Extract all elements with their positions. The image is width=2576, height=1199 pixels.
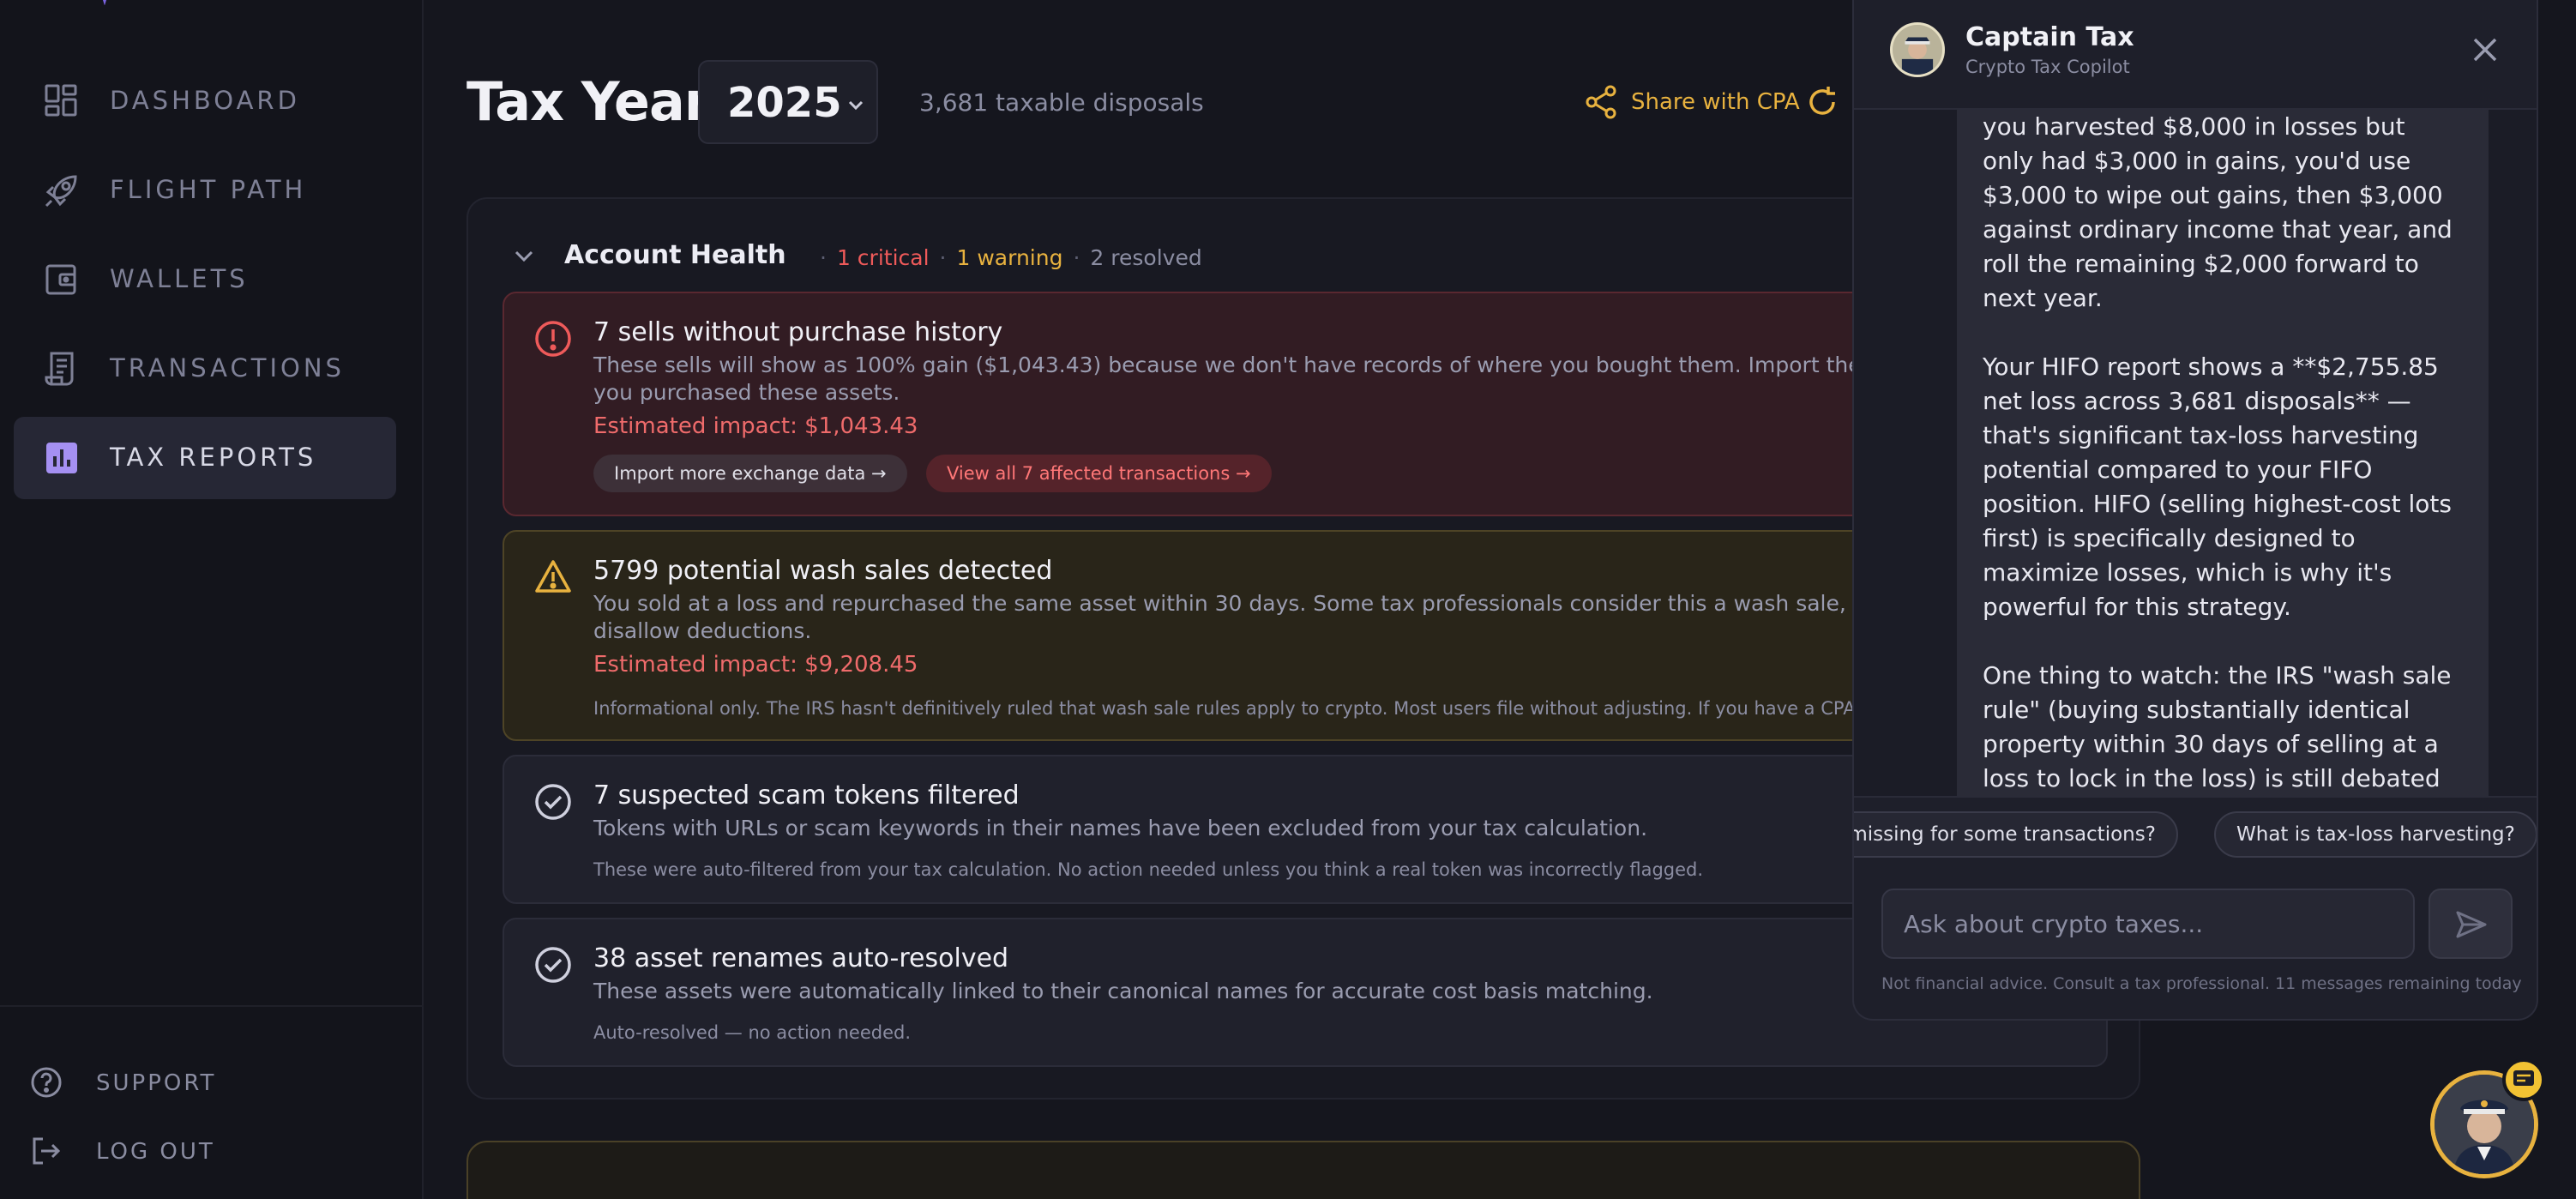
support-link[interactable]: SUPPORT [29, 1062, 372, 1105]
import-exchange-data-button[interactable]: Import more exchange data → [593, 455, 907, 492]
view-affected-transactions-button[interactable]: View all 7 affected transactions → [926, 455, 1272, 492]
chat-input[interactable] [1881, 889, 2415, 959]
issue-impact: Estimated impact: $1,043.43 [593, 413, 918, 439]
logout-icon [33, 1137, 61, 1165]
issue-description: These sells will show as 100% gain ($1,0… [593, 352, 2045, 405]
warning-triangle-icon [535, 560, 571, 593]
disposals-count: 3,681 taxable disposals [919, 88, 1204, 117]
share-icon [1586, 85, 1616, 119]
sidebar-divider [0, 1005, 424, 1007]
warning-count: 1 warning [956, 245, 1063, 270]
bar-chart-icon [46, 443, 77, 473]
issue-note: These were auto-filtered from your tax c… [593, 859, 1704, 880]
issue-description: These assets were automatically linked t… [593, 979, 1653, 1003]
chat-disclaimer: Not financial advice. Consult a tax prof… [1881, 974, 2522, 993]
chevron-down-icon [848, 100, 864, 111]
refresh-icon[interactable] [1804, 84, 1840, 120]
assistant-message: you harvested $8,000 in losses but only … [1957, 110, 2489, 796]
check-circle-icon [535, 784, 571, 820]
send-button[interactable] [2429, 889, 2513, 959]
account-health-header[interactable]: Account Health · 1 critical · 1 warning · 2 r… [511, 238, 1283, 273]
captain-avatar-icon [1893, 25, 1942, 75]
rocket-icon [45, 175, 77, 208]
logout-label: LOG OUT [96, 1139, 215, 1165]
receipt-icon [45, 352, 74, 386]
sidebar-item-dashboard[interactable]: DASHBOARD [14, 60, 396, 142]
issue-description: Tokens with URLs or scam keywords in the… [593, 816, 1648, 841]
sidebar-item-label: FLIGHT PATH [110, 175, 307, 204]
issue-description: You sold at a loss and repurchased the s… [593, 591, 1981, 643]
next-section-panel [466, 1141, 2140, 1199]
chat-title: Captain Tax [1965, 22, 2134, 52]
wallet-icon [45, 264, 76, 295]
chat-panel: Captain Tax Crypto Tax Copilot you harve… [1852, 0, 2538, 1021]
send-icon [2456, 911, 2487, 938]
issue-title: 7 sells without purchase history [593, 317, 1003, 347]
alert-circle-icon [535, 321, 571, 357]
sidebar-item-tax-reports[interactable]: TAX REPORTS [14, 417, 396, 499]
resolved-count: 2 resolved [1090, 245, 1202, 270]
sidebar-item-flight-path[interactable]: FLIGHT PATH [14, 149, 396, 232]
issue-impact: Estimated impact: $9,208.45 [593, 652, 918, 678]
message-paragraph: One thing to watch: the IRS "wash sale r… [1983, 661, 2452, 792]
chat-header: Captain Tax Crypto Tax Copilot [1854, 0, 2537, 110]
suggestion-tax-loss-harvesting[interactable]: What is tax-loss harvesting? [2214, 811, 2537, 858]
message-icon [2513, 1070, 2534, 1086]
captain-avatar [1890, 22, 1945, 77]
share-label: Share with CPA [1631, 89, 1800, 115]
check-circle-icon [535, 947, 571, 983]
suggestion-cost-basis[interactable]: Why is cost basis missing for some trans… [1854, 811, 2178, 858]
sidebar-item-transactions[interactable]: TRANSACTIONS [14, 328, 396, 410]
chat-messages[interactable]: you harvested $8,000 in losses but only … [1854, 110, 2537, 796]
sidebar-item-label: TAX REPORTS [110, 443, 317, 472]
logout-link[interactable]: LOG OUT [29, 1130, 372, 1173]
issue-note: Auto-resolved — no action needed. [593, 1022, 912, 1043]
issue-title: 38 asset renames auto-resolved [593, 943, 1009, 973]
chevron-down-icon [515, 250, 533, 262]
logo-icon [102, 0, 107, 5]
issue-title: 7 suspected scam tokens filtered [593, 780, 1020, 810]
support-label: SUPPORT [96, 1070, 217, 1096]
account-health-title: Account Health [564, 240, 786, 270]
page-title: Tax Year [466, 70, 710, 133]
close-icon[interactable] [2468, 33, 2502, 67]
message-paragraph: you harvested $8,000 in losses but only … [1983, 112, 2453, 312]
sidebar-item-label: WALLETS [110, 264, 249, 293]
tax-year-value: 2025 [727, 79, 842, 127]
tax-year-select[interactable]: 2025 [698, 60, 878, 144]
chat-notification-badge [2502, 1058, 2545, 1101]
suggestion-chips: Why is cost basis missing for some trans… [1854, 796, 2537, 890]
sidebar-item-wallets[interactable]: WALLETS [14, 238, 396, 321]
sidebar-item-label: TRANSACTIONS [110, 353, 345, 383]
health-stats: · 1 critical · 1 warning · 2 resolved [820, 245, 1202, 270]
sidebar-item-label: DASHBOARD [110, 86, 300, 115]
sidebar: DASHBOARD FLIGHT PATH WALLETS TRANSACTIO… [0, 0, 424, 1199]
dashboard-icon [45, 84, 77, 117]
issue-title: 5799 potential wash sales detected [593, 556, 1053, 586]
chat-subtitle: Crypto Tax Copilot [1965, 57, 2130, 77]
message-paragraph: Your HIFO report shows a **$2,755.85 net… [1983, 352, 2452, 621]
help-circle-icon [31, 1067, 62, 1098]
critical-count: 1 critical [836, 245, 930, 270]
